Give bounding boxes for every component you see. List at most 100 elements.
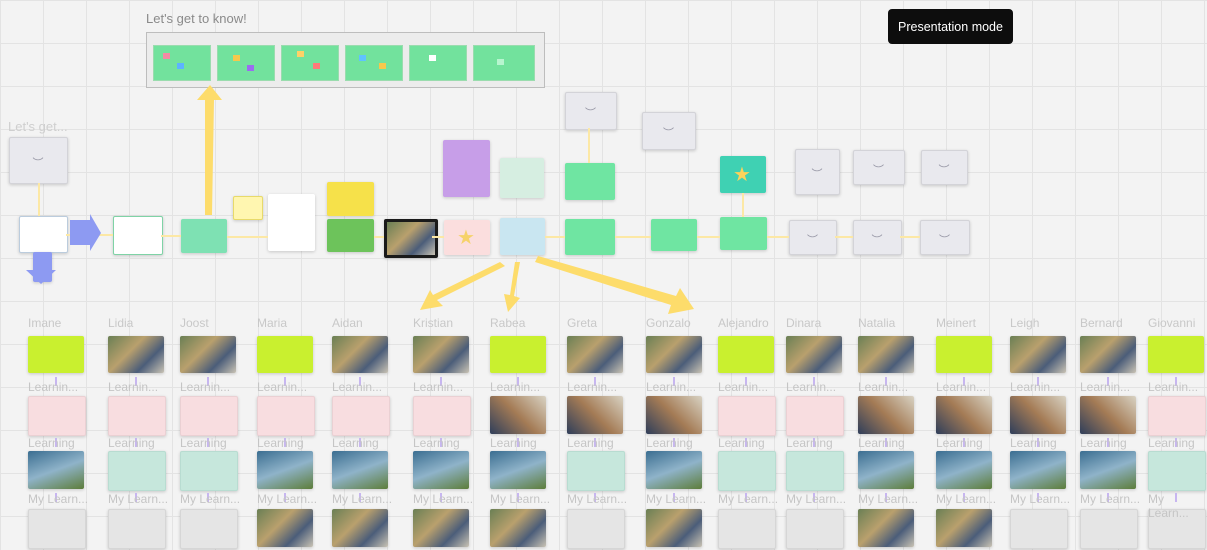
flow-card[interactable] xyxy=(565,219,615,255)
student-card[interactable] xyxy=(1010,451,1066,489)
student-card[interactable] xyxy=(858,396,914,434)
student-card[interactable] xyxy=(332,396,390,436)
student-card[interactable] xyxy=(413,336,469,373)
student-card[interactable] xyxy=(257,396,315,436)
student-card[interactable] xyxy=(936,336,992,373)
student-card[interactable] xyxy=(332,509,388,547)
student-card[interactable] xyxy=(1010,336,1066,373)
student-card[interactable] xyxy=(786,396,844,436)
student-card[interactable] xyxy=(646,336,702,373)
placeholder-card[interactable]: ︶ xyxy=(642,112,696,150)
placeholder-card[interactable]: ︶ xyxy=(853,220,902,255)
student-card[interactable] xyxy=(490,451,546,489)
student-card[interactable] xyxy=(1148,396,1206,436)
flow-card[interactable] xyxy=(268,194,315,251)
flow-card[interactable] xyxy=(500,158,544,198)
flow-card[interactable] xyxy=(443,140,490,197)
student-card[interactable] xyxy=(786,509,844,549)
student-card[interactable] xyxy=(108,509,166,549)
placeholder-card[interactable]: ︶ xyxy=(565,92,617,130)
flow-card[interactable] xyxy=(500,218,545,255)
student-card[interactable] xyxy=(413,396,471,436)
student-card[interactable] xyxy=(28,336,84,373)
student-card[interactable] xyxy=(108,451,166,491)
student-card[interactable] xyxy=(180,396,238,436)
student-card[interactable] xyxy=(718,396,776,436)
student-card[interactable] xyxy=(257,509,313,547)
presentation-mode-tooltip: Presentation mode xyxy=(888,9,1013,44)
student-card[interactable] xyxy=(936,451,992,489)
student-card[interactable] xyxy=(567,451,625,491)
placeholder-card[interactable]: ︶ xyxy=(920,220,970,255)
student-card[interactable] xyxy=(180,509,238,549)
student-card[interactable] xyxy=(180,336,236,373)
placeholder-card[interactable]: ︶ xyxy=(921,150,968,185)
student-card[interactable] xyxy=(257,451,313,489)
student-card[interactable] xyxy=(490,396,546,434)
student-card[interactable] xyxy=(108,396,166,436)
student-card[interactable] xyxy=(257,336,313,373)
student-card[interactable] xyxy=(332,451,388,489)
flow-card[interactable] xyxy=(720,217,767,250)
mini-board-4[interactable] xyxy=(345,45,403,81)
student-card[interactable] xyxy=(413,509,469,547)
student-card[interactable] xyxy=(1080,396,1136,434)
student-card[interactable] xyxy=(1080,509,1138,549)
student-card[interactable] xyxy=(567,336,623,373)
student-card[interactable] xyxy=(1010,396,1066,434)
star-card-teal[interactable]: ★ xyxy=(720,156,766,193)
student-card[interactable] xyxy=(858,509,914,547)
intro-illustration-card[interactable] xyxy=(19,216,68,253)
placeholder-card[interactable]: ︶ xyxy=(789,220,837,255)
intro-note[interactable] xyxy=(33,252,52,282)
mini-board-5[interactable] xyxy=(409,45,467,81)
row-label: Learning xyxy=(257,436,304,450)
get-to-know-frame[interactable] xyxy=(146,32,545,88)
star-card[interactable]: ★ xyxy=(444,220,490,255)
student-card[interactable] xyxy=(858,451,914,489)
student-card[interactable] xyxy=(718,509,776,549)
flow-card[interactable] xyxy=(327,182,374,216)
student-card[interactable] xyxy=(1010,509,1068,549)
flow-card[interactable] xyxy=(651,219,697,251)
student-card[interactable] xyxy=(858,336,914,373)
flow-card[interactable] xyxy=(233,196,263,220)
student-card[interactable] xyxy=(413,451,469,489)
student-card[interactable] xyxy=(1148,451,1206,491)
student-card[interactable] xyxy=(936,509,992,547)
student-card[interactable] xyxy=(332,336,388,373)
flow-card[interactable] xyxy=(113,216,163,255)
student-card[interactable] xyxy=(718,336,774,373)
flow-card[interactable] xyxy=(565,163,615,200)
mini-board-2[interactable] xyxy=(217,45,275,81)
student-card[interactable] xyxy=(646,396,702,434)
student-card[interactable] xyxy=(28,509,86,549)
student-card[interactable] xyxy=(28,396,86,436)
student-card[interactable] xyxy=(1148,336,1204,373)
student-card[interactable] xyxy=(646,451,702,489)
student-card[interactable] xyxy=(108,336,164,373)
student-card[interactable] xyxy=(786,336,842,373)
student-card[interactable] xyxy=(1080,336,1136,373)
flow-card[interactable] xyxy=(327,219,374,252)
star-icon: ★ xyxy=(733,164,751,186)
student-card[interactable] xyxy=(936,396,992,434)
student-card[interactable] xyxy=(718,451,776,491)
student-card[interactable] xyxy=(490,336,546,373)
row-label: Learning xyxy=(108,436,155,450)
student-card[interactable] xyxy=(1080,451,1136,489)
student-card[interactable] xyxy=(28,451,84,489)
student-card[interactable] xyxy=(567,509,625,549)
student-card[interactable] xyxy=(567,396,623,434)
video-card[interactable] xyxy=(384,219,438,258)
student-card[interactable] xyxy=(490,509,546,547)
placeholder-card[interactable]: ︶ xyxy=(795,149,840,195)
mini-board-6[interactable] xyxy=(473,45,535,81)
placeholder-card[interactable]: ︶ xyxy=(9,137,68,184)
mini-board-3[interactable] xyxy=(281,45,339,81)
student-card[interactable] xyxy=(180,451,238,491)
student-card[interactable] xyxy=(646,509,702,547)
student-card[interactable] xyxy=(786,451,844,491)
flow-card[interactable] xyxy=(181,219,227,253)
placeholder-card[interactable]: ︶ xyxy=(853,150,905,185)
